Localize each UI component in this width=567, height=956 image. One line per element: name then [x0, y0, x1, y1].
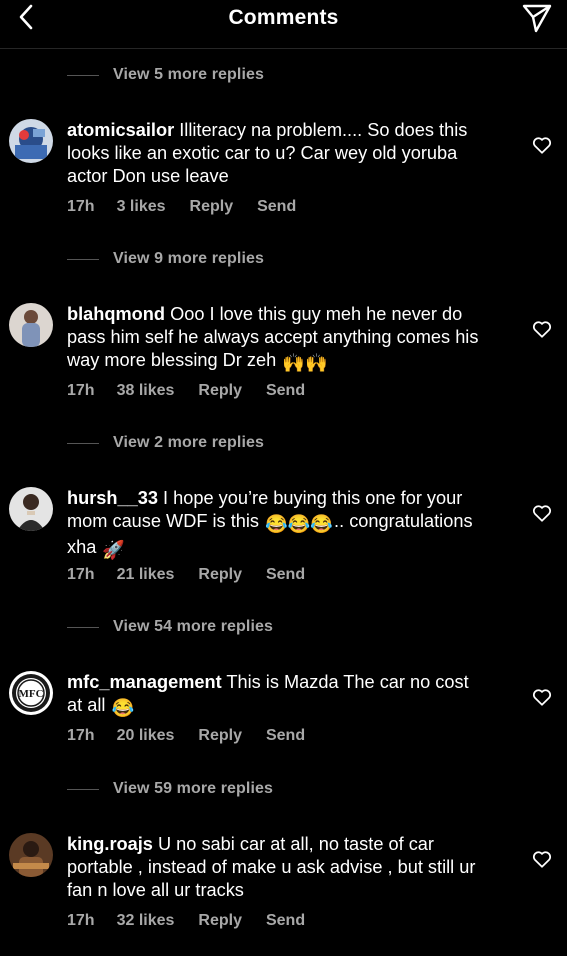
heart-outline-icon[interactable] — [531, 686, 553, 708]
send-button[interactable]: Send — [266, 566, 305, 584]
view-more-replies-label: View 9 more replies — [113, 250, 265, 267]
reply-button[interactable]: Reply — [198, 382, 242, 400]
reply-thread-line — [67, 442, 99, 444]
comment-time: 17h — [67, 198, 95, 215]
emoji: 🙌🙌 — [282, 353, 328, 373]
avatar[interactable] — [9, 487, 53, 531]
comment-meta: 17h 32 likes Reply Send — [67, 912, 329, 930]
comment-time: 17h — [67, 566, 95, 583]
comment-text: mfc_management This is Mazda The car no … — [67, 671, 487, 720]
reply-thread-line — [67, 788, 99, 790]
view-more-replies-label: View 5 more replies — [113, 66, 265, 83]
comment-likes[interactable]: 20 likes — [117, 727, 175, 745]
page-title: Comments — [228, 6, 339, 29]
avatar[interactable] — [9, 303, 53, 347]
comments-header: Comments — [0, 0, 567, 49]
comment-text: atomicsailor Illiteracy na problem.... S… — [67, 119, 487, 188]
reply-thread-line — [67, 626, 99, 628]
comment-meta: 17h 3 likes Reply Send — [67, 198, 320, 216]
avatar[interactable] — [9, 119, 53, 163]
comment-likes[interactable]: 3 likes — [117, 198, 166, 216]
view-more-replies-button[interactable]: View 2 more replies — [67, 432, 264, 454]
comment-username[interactable]: atomicsailor — [67, 120, 174, 140]
send-button[interactable]: Send — [266, 912, 305, 930]
emoji: 😂😂😂 — [265, 514, 334, 534]
heart-outline-icon[interactable] — [531, 134, 553, 156]
svg-text:MFC: MFC — [18, 688, 43, 700]
view-more-replies-button[interactable]: View 59 more replies — [67, 778, 273, 800]
comment-username[interactable]: hursh__33 — [67, 488, 158, 508]
comment-likes[interactable]: 32 likes — [117, 912, 175, 930]
comment-username[interactable]: blahqmond — [67, 304, 165, 324]
reply-button[interactable]: Reply — [198, 727, 242, 745]
emoji: 🚀 — [102, 540, 126, 560]
send-button[interactable]: Send — [266, 382, 305, 400]
comment-meta: 17h 20 likes Reply Send — [67, 727, 329, 745]
reply-thread-line — [67, 74, 99, 76]
reply-button[interactable]: Reply — [198, 912, 242, 930]
view-more-replies-label: View 59 more replies — [113, 780, 274, 797]
reply-thread-line — [67, 258, 99, 260]
avatar[interactable]: MFC — [9, 671, 53, 715]
comment-username[interactable]: king.roajs — [67, 834, 153, 854]
comment-time: 17h — [67, 912, 95, 929]
comment-time: 17h — [67, 727, 95, 744]
comment-likes[interactable]: 38 likes — [117, 382, 175, 400]
heart-outline-icon[interactable] — [531, 502, 553, 524]
paper-plane-icon — [522, 4, 552, 33]
comment-time: 17h — [67, 382, 95, 399]
reply-button[interactable]: Reply — [198, 566, 242, 584]
comment-likes[interactable]: 21 likes — [117, 566, 175, 584]
send-button[interactable]: Send — [257, 198, 296, 216]
share-button[interactable] — [521, 2, 553, 34]
emoji: 😂 — [111, 698, 135, 718]
comment-text: blahqmond Ooo I love this guy meh he nev… — [67, 303, 487, 375]
send-button[interactable]: Send — [266, 727, 305, 745]
heart-outline-icon[interactable] — [531, 848, 553, 870]
view-more-replies-button[interactable]: View 9 more replies — [67, 248, 264, 270]
view-more-replies-label: View 54 more replies — [113, 618, 274, 635]
comment-text: king.roajs U no sabi car at all, no tast… — [67, 833, 487, 902]
reply-button[interactable]: Reply — [190, 198, 234, 216]
avatar[interactable] — [9, 833, 53, 877]
comment-text: hursh__33 I hope you’re buying this one … — [67, 487, 487, 562]
comment-meta: 17h 38 likes Reply Send — [67, 382, 329, 400]
comment-body-suffix: .. — [334, 511, 345, 531]
comment-meta: 17h 21 likes Reply Send — [67, 566, 329, 584]
heart-outline-icon[interactable] — [531, 318, 553, 340]
view-more-replies-label: View 2 more replies — [113, 434, 265, 451]
view-more-replies-button[interactable]: View 5 more replies — [67, 64, 264, 86]
comment-username[interactable]: mfc_management — [67, 672, 222, 692]
view-more-replies-button[interactable]: View 54 more replies — [67, 616, 273, 638]
